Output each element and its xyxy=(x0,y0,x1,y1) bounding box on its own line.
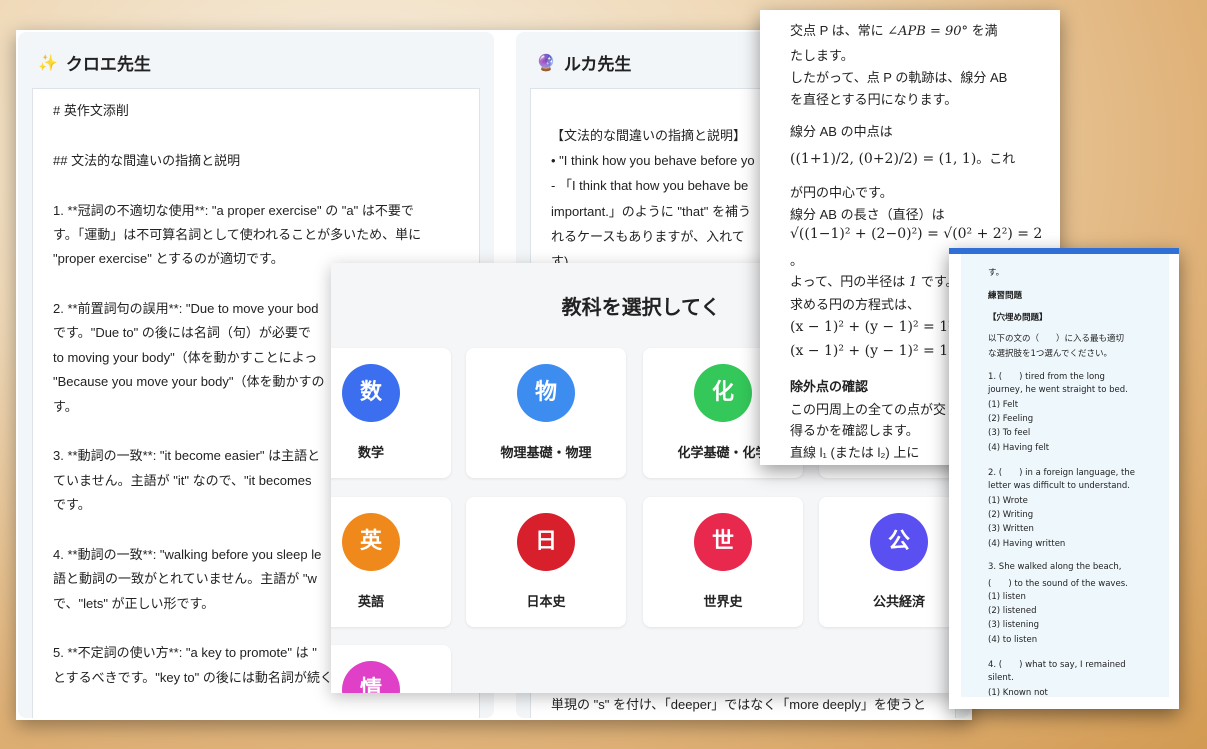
question-line: silent. xyxy=(988,673,1014,683)
option-line: (3) To feel xyxy=(988,428,1031,438)
world-history-icon: 世 xyxy=(694,513,752,571)
text-line: 単現の "s" を付け、「deeper」ではなく「more deeply」を使う… xyxy=(551,697,926,712)
text-line: 線分 AB の長さ（直径）は xyxy=(790,207,945,222)
subject-card-information[interactable]: 情 xyxy=(331,645,451,693)
japanese-history-icon: 日 xyxy=(517,513,575,571)
text-line: ## 文法的な間違いの指摘と説明 xyxy=(53,153,241,168)
option-line: (4) Having written xyxy=(988,539,1066,549)
subject-label: 英語 xyxy=(357,595,384,610)
question-line: 4. ( ) what to say, I remained xyxy=(988,660,1126,670)
panel-title: ルカ先生 xyxy=(563,55,632,75)
subject-label: 公共経済 xyxy=(872,595,925,610)
subject-card-math[interactable]: 数 数学 xyxy=(331,348,451,478)
text-line: を直径とする円になります。 xyxy=(790,92,958,107)
sparkle-icon: ✨ xyxy=(38,53,58,72)
text-line: 求める円の方程式は、 xyxy=(790,297,921,312)
option-line: (2) Feeling xyxy=(988,414,1034,424)
question-line: 2. ( ) in a foreign language, the xyxy=(988,468,1136,478)
math-formula: (x − 1)² + (y − 1)² = 1 xyxy=(790,343,949,359)
section-subheading: 【穴埋め問題】 xyxy=(988,313,1048,323)
math-formula: ((1+1)/2, (0+2)/2) = (1, 1)。これ xyxy=(790,151,1016,167)
text-line: が円の中心です。 xyxy=(790,185,893,200)
option-line: (1) Known not xyxy=(988,688,1048,698)
chemistry-icon: 化 xyxy=(694,364,752,422)
subject-card-world-history[interactable]: 世 世界史 xyxy=(643,497,803,627)
text-line: 交点 P は、常に ∠APB = 90° を満 xyxy=(790,23,998,39)
exercise-content: す。 練習問題 【穴埋め問題】 以下の文の（ ）に入る最も適切 な選択肢を1つ選… xyxy=(961,254,1169,698)
option-line: (1) Felt xyxy=(988,400,1019,410)
question-line: journey, he went straight to bed. xyxy=(988,385,1128,395)
option-line: (4) Having felt xyxy=(988,443,1050,453)
section-heading: 除外点の確認 xyxy=(790,379,869,394)
section-heading: 練習問題 xyxy=(988,291,1023,301)
subject-card-english[interactable]: 英 英語 xyxy=(331,497,451,627)
question-line: 3. She walked along the beach, xyxy=(988,562,1122,572)
math-formula: √((1−1)² + (2−0)²) = √(0² + 2²) = 2 xyxy=(790,226,1043,242)
option-line: (4) to listen xyxy=(988,635,1038,645)
text-line: よって、円の半径は 1 です。 xyxy=(790,274,959,290)
text-line: 得るかを確認します。 xyxy=(790,423,919,438)
option-line: (2) Writing xyxy=(988,510,1034,520)
subject-card-japanese-history[interactable]: 日 日本史 xyxy=(466,497,626,627)
text-line: この円周上の全ての点が交 xyxy=(790,402,947,417)
option-line: (1) Wrote xyxy=(988,496,1028,506)
text-line: # 英作文添削 xyxy=(53,103,129,118)
subject-label: 物理基礎・物理 xyxy=(500,446,592,461)
question-line: 1. ( ) tired from the long xyxy=(988,372,1105,382)
text-line: す。 xyxy=(988,268,1005,278)
text-line: 1. **冠詞の不適切な使用**: "a proper exercise" の … xyxy=(53,203,414,218)
subject-card-physics[interactable]: 物 物理基礎・物理 xyxy=(466,348,626,478)
text-line: たします。 xyxy=(790,48,854,63)
exercise-window: す。 練習問題 【穴埋め問題】 以下の文の（ ）に入る最も適切 な選択肢を1つ選… xyxy=(949,248,1179,709)
text-line: な選択肢を1つ選んでください。 xyxy=(988,349,1112,359)
subject-card-civics-economics[interactable]: 公 公共経済 xyxy=(819,497,951,627)
text-line: 。 xyxy=(790,253,804,268)
english-icon: 英 xyxy=(342,513,400,571)
math-icon: 数 xyxy=(342,364,400,422)
question-line: letter was difficult to understand. xyxy=(988,481,1130,491)
crystal-ball-icon: 🔮 xyxy=(536,53,556,72)
option-line: (3) listening xyxy=(988,620,1039,630)
text-line: 以下の文の（ ）に入る最も適切 xyxy=(988,334,1125,344)
subject-label: 日本史 xyxy=(526,595,566,610)
civics-icon: 公 xyxy=(870,513,928,571)
panel-header: ✨ クロエ先生 xyxy=(38,50,151,75)
panel-title: クロエ先生 xyxy=(65,55,151,75)
subject-label: 世界史 xyxy=(703,595,743,610)
option-line: (3) Written xyxy=(988,524,1034,534)
text-line: したがって、点 P の軌跡は、線分 AB xyxy=(790,70,1008,85)
panel-header: 🔮 ルカ先生 xyxy=(536,50,631,75)
option-line: (2) listened xyxy=(988,606,1037,616)
physics-icon: 物 xyxy=(517,364,575,422)
question-line: ( ) to the sound of the waves. xyxy=(988,579,1128,589)
text-line: 直線 l₁ (または l₂) 上に xyxy=(790,445,920,460)
text-line: す。「運動」は不可算名詞として使われることが多いため、単に xyxy=(53,227,422,242)
math-formula: (x − 1)² + (y − 1)² = 1² xyxy=(790,319,954,335)
information-icon: 情 xyxy=(342,661,400,693)
option-line: (1) listen xyxy=(988,592,1026,602)
text-line: 線分 AB の中点は xyxy=(790,124,893,139)
subject-label: 数学 xyxy=(357,446,384,461)
